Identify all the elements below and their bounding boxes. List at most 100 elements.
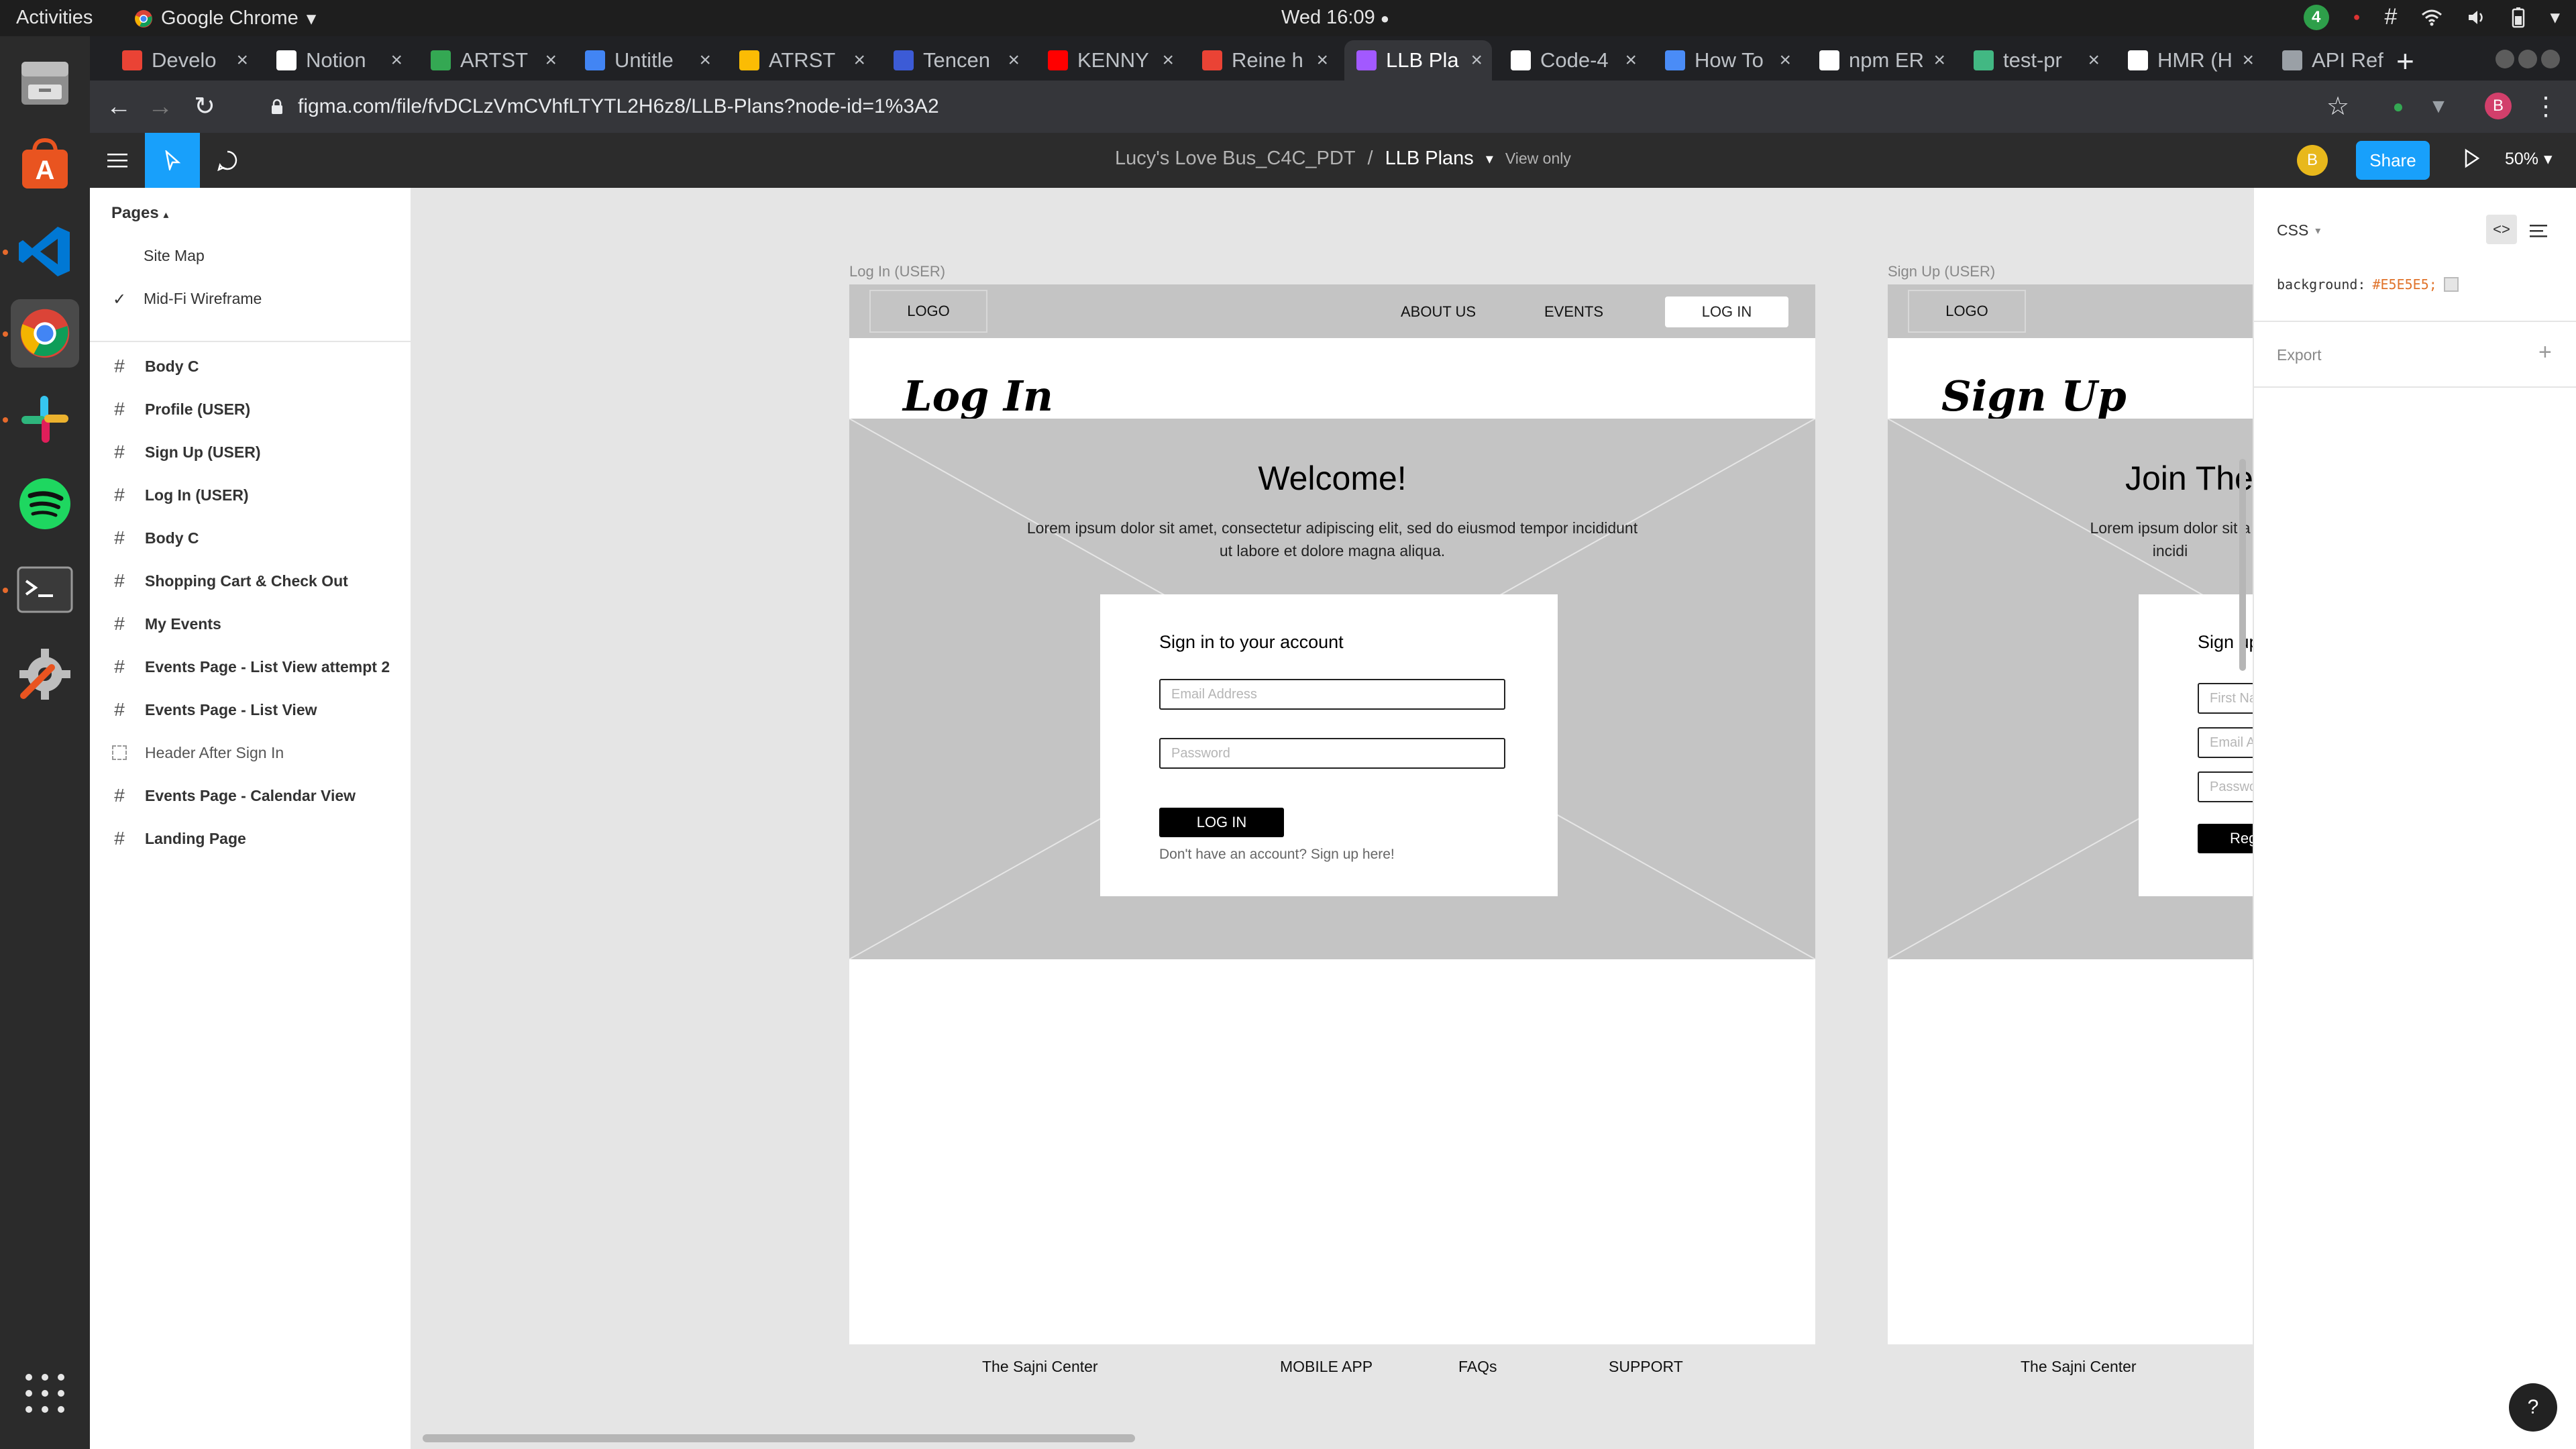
browser-tab[interactable]: Reine h × bbox=[1190, 40, 1338, 80]
comment-tool-button[interactable] bbox=[200, 133, 255, 188]
wf-logo[interactable]: LOGO bbox=[869, 290, 987, 333]
layer-item[interactable]: # Events Page - Calendar View bbox=[111, 782, 356, 809]
chevron-down-icon[interactable]: ▾ bbox=[1486, 150, 1493, 168]
browser-tab[interactable]: Code-4 × bbox=[1499, 40, 1646, 80]
wf-email-input[interactable]: Email A bbox=[2198, 727, 2253, 758]
frame-label-login[interactable]: Log In (USER) bbox=[849, 263, 945, 280]
current-page-name[interactable]: LLB Plans bbox=[1385, 148, 1474, 170]
help-button[interactable]: ? bbox=[2509, 1383, 2557, 1432]
forward-button[interactable]: → bbox=[146, 93, 174, 121]
pages-header[interactable]: Pages ▴ bbox=[111, 204, 168, 223]
battery-icon[interactable] bbox=[2511, 7, 2526, 28]
maximize-button[interactable] bbox=[2518, 50, 2537, 68]
wf-footer-faqs[interactable]: FAQs bbox=[1458, 1358, 1497, 1376]
page-item-site-map[interactable]: Site Map bbox=[144, 247, 205, 265]
browser-tab[interactable]: test-pr × bbox=[1962, 40, 2109, 80]
close-window-button[interactable] bbox=[2541, 50, 2560, 68]
browser-tab[interactable]: Untitle × bbox=[573, 40, 720, 80]
layer-item[interactable]: # My Events bbox=[111, 610, 221, 637]
activities-button[interactable]: Activities bbox=[16, 7, 93, 29]
browser-tab[interactable]: npm ER × bbox=[1807, 40, 1955, 80]
browser-tab[interactable]: LLB Pla × bbox=[1344, 40, 1492, 80]
close-tab-icon[interactable]: × bbox=[2088, 49, 2100, 72]
slack-tray-icon[interactable]: # bbox=[2385, 4, 2398, 30]
frame-label-signup[interactable]: Sign Up (USER) bbox=[1888, 263, 1995, 280]
browser-tab[interactable]: HMR (H × bbox=[2116, 40, 2263, 80]
close-tab-icon[interactable]: × bbox=[545, 49, 557, 72]
share-button[interactable]: Share bbox=[2356, 141, 2430, 180]
wf-logo[interactable]: LOGO bbox=[1908, 290, 2026, 333]
add-export-button[interactable]: + bbox=[2538, 339, 2552, 366]
chrome-menu-button[interactable]: ⋮ bbox=[2532, 93, 2560, 121]
app-menu[interactable]: Google Chrome ▾ bbox=[134, 7, 316, 30]
wf-email-input[interactable]: Email Address bbox=[1159, 679, 1505, 710]
wf-first-name-input[interactable]: First Na bbox=[2198, 683, 2253, 714]
wf-login-submit-button[interactable]: LOG IN bbox=[1159, 808, 1284, 837]
close-tab-icon[interactable]: × bbox=[390, 49, 402, 72]
bookmark-button[interactable]: ☆ bbox=[2324, 93, 2352, 121]
layer-item[interactable]: Header After Sign In bbox=[111, 739, 284, 766]
dock-settings[interactable] bbox=[11, 640, 79, 708]
notification-badge[interactable]: 4 bbox=[2303, 4, 2329, 30]
move-tool-button[interactable] bbox=[145, 133, 200, 188]
dock-files[interactable] bbox=[11, 48, 79, 117]
wf-footer-support[interactable]: SUPPORT bbox=[1609, 1358, 1683, 1376]
login-frame[interactable]: LOGO ABOUT US EVENTS LOG IN Log In Welco… bbox=[849, 284, 1815, 1375]
new-tab-button[interactable]: + bbox=[2396, 43, 2414, 79]
layer-item[interactable]: # Events Page - List View attempt 2 bbox=[111, 653, 390, 680]
css-background-line[interactable]: background: #E5E5E5; bbox=[2277, 276, 2459, 292]
wf-footer-sajni[interactable]: The Sajni Center bbox=[2021, 1358, 2137, 1376]
dock-spotify[interactable] bbox=[11, 470, 79, 538]
code-view-button[interactable]: <> bbox=[2486, 215, 2517, 244]
canvas-vertical-scrollbar[interactable] bbox=[2239, 459, 2246, 671]
wf-password-input[interactable]: Password bbox=[1159, 738, 1505, 769]
wf-register-button[interactable]: Reg bbox=[2198, 824, 2253, 853]
layer-item[interactable]: # Log In (USER) bbox=[111, 482, 248, 508]
main-menu-button[interactable] bbox=[90, 133, 145, 188]
dock-terminal[interactable] bbox=[11, 555, 79, 624]
close-tab-icon[interactable]: × bbox=[1162, 49, 1174, 72]
reload-button[interactable]: ↻ bbox=[191, 93, 219, 121]
browser-tab[interactable]: ARTST × bbox=[419, 40, 566, 80]
browser-tab[interactable]: Notion × bbox=[264, 40, 412, 80]
close-tab-icon[interactable]: × bbox=[1933, 49, 1945, 72]
wf-nav-about[interactable]: ABOUT US bbox=[1401, 303, 1476, 321]
chevron-down-icon[interactable]: ▾ bbox=[2550, 5, 2560, 29]
dock-slack[interactable] bbox=[11, 385, 79, 453]
close-tab-icon[interactable]: × bbox=[236, 49, 248, 72]
vue-devtools-button[interactable]: ▼ bbox=[2424, 93, 2453, 121]
code-language-dropdown[interactable]: CSS ▾ bbox=[2277, 221, 2320, 239]
wf-footer-sajni[interactable]: The Sajni Center bbox=[982, 1358, 1098, 1376]
browser-tab[interactable]: API Ref bbox=[2270, 40, 2418, 80]
layer-item[interactable]: # Events Page - List View bbox=[111, 696, 317, 723]
signup-frame[interactable]: LOGO Sign Up Join The Lorem ipsum dolor … bbox=[1888, 284, 2253, 1375]
file-name[interactable]: Lucy's Love Bus_C4C_PDT bbox=[1115, 148, 1356, 170]
dock-software-center[interactable]: A bbox=[11, 130, 79, 199]
layer-item[interactable]: # Body C bbox=[111, 353, 199, 380]
wf-nav-login-button[interactable]: LOG IN bbox=[1665, 297, 1788, 327]
layer-item[interactable]: # Profile (USER) bbox=[111, 396, 250, 423]
close-tab-icon[interactable]: × bbox=[1779, 49, 1791, 72]
show-applications-button[interactable] bbox=[11, 1359, 79, 1428]
wf-footer-mobile-app[interactable]: MOBILE APP bbox=[1280, 1358, 1373, 1376]
browser-tab[interactable]: Develo × bbox=[110, 40, 258, 80]
profile-avatar[interactable]: B bbox=[2485, 93, 2512, 119]
dock-chrome[interactable] bbox=[11, 299, 79, 368]
design-canvas[interactable]: Log In (USER) LOGO ABOUT US EVENTS LOG I… bbox=[412, 188, 2253, 1449]
browser-tab[interactable]: KENNY × bbox=[1036, 40, 1183, 80]
close-tab-icon[interactable]: × bbox=[1008, 49, 1020, 72]
wf-password-input[interactable]: Passwo bbox=[2198, 771, 2253, 802]
close-tab-icon[interactable]: × bbox=[853, 49, 865, 72]
page-item-mid-fi-wireframe[interactable]: Mid-Fi Wireframe bbox=[144, 290, 262, 308]
dock-vscode[interactable] bbox=[11, 217, 79, 286]
zoom-dropdown[interactable]: 50% ▾ bbox=[2505, 149, 2553, 169]
url-field[interactable]: figma.com/file/fvDCLzVmCVhfLTYTL2H6z8/LL… bbox=[244, 85, 2525, 129]
list-view-button[interactable] bbox=[2525, 217, 2552, 244]
close-tab-icon[interactable]: × bbox=[1625, 49, 1637, 72]
wf-nav-events[interactable]: EVENTS bbox=[1544, 303, 1603, 321]
wifi-icon[interactable] bbox=[2421, 8, 2443, 27]
record-icon[interactable]: ● bbox=[2353, 10, 2361, 24]
present-button[interactable] bbox=[2463, 148, 2481, 169]
extension-button[interactable]: ● bbox=[2384, 93, 2412, 121]
browser-tab[interactable]: Tencen × bbox=[881, 40, 1029, 80]
